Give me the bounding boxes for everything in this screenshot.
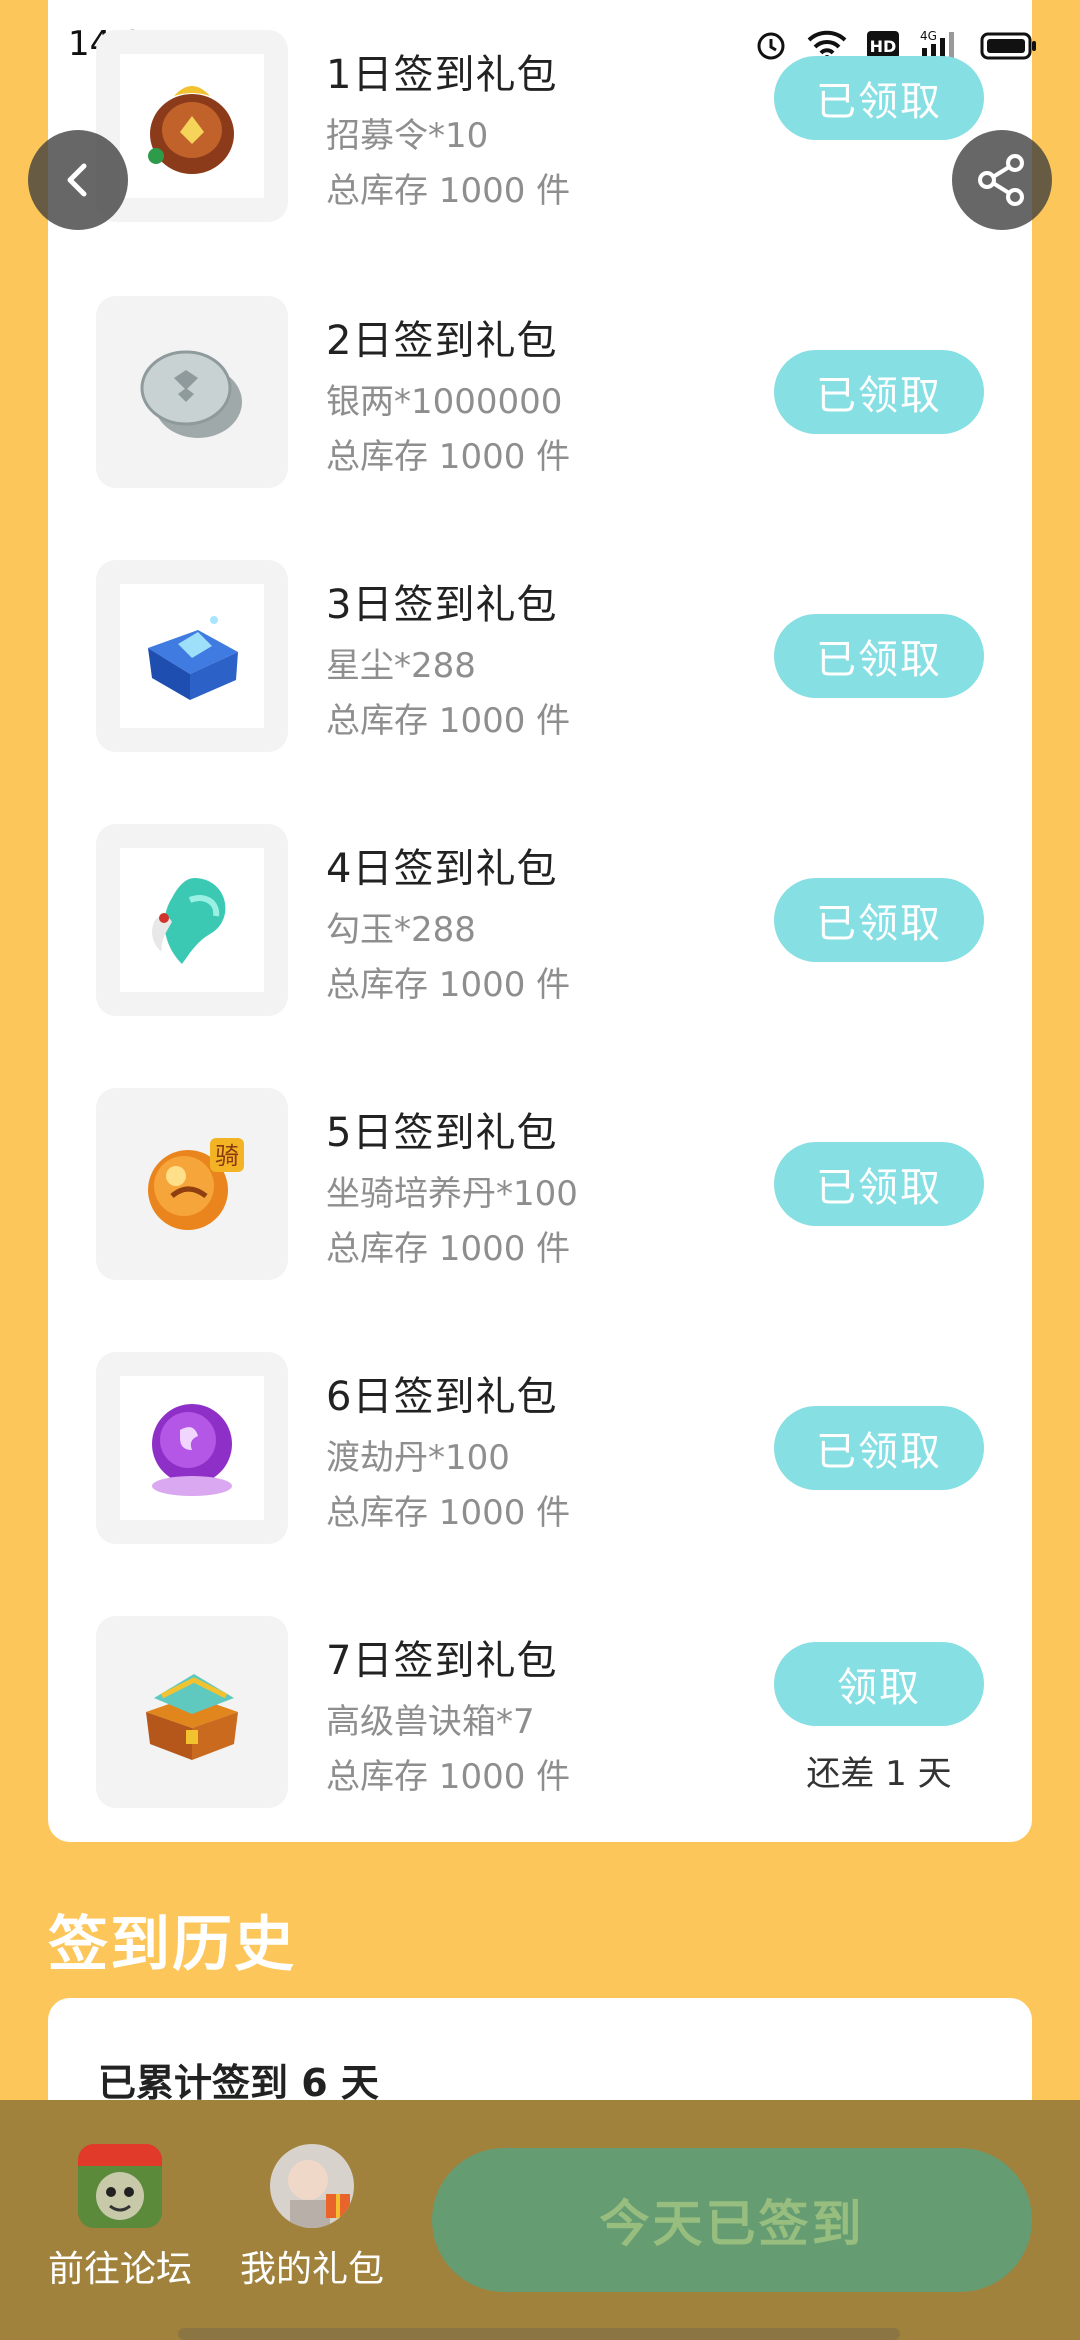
gift-content: 高级兽诀箱*7	[326, 1702, 535, 1742]
gift-content: 招募令*10	[326, 116, 489, 156]
gift-title: 7日签到礼包	[326, 1638, 558, 1684]
gift-item-day5: 骑 5日签到礼包 坐骑培养丹*100 总库存 1000 件 已领取	[48, 1088, 1032, 1352]
stardust-chest-icon	[148, 616, 238, 700]
total-checkin-count: 已累计签到 6 天	[98, 2061, 379, 2105]
gift-stock: 总库存 1000 件	[326, 965, 571, 1005]
magatama-icon	[152, 878, 226, 964]
silver-coin-icon	[140, 350, 242, 438]
claimed-button[interactable]: 已领取	[774, 1406, 984, 1490]
gift-thumb	[96, 824, 288, 1016]
gift-item-day4: 4日签到礼包 勾玉*288 总库存 1000 件 已领取	[48, 824, 1032, 1088]
svg-text:骑: 骑	[215, 1142, 239, 1170]
share-button[interactable]	[952, 130, 1052, 230]
gift-thumb	[96, 296, 288, 488]
claim-button[interactable]: 领取	[774, 1642, 984, 1726]
claimed-button[interactable]: 已领取	[774, 614, 984, 698]
gift-stock: 总库存 1000 件	[326, 437, 571, 477]
gift-title: 4日签到礼包	[326, 846, 558, 892]
mount-pill-icon: 骑	[148, 1138, 244, 1230]
back-button[interactable]	[28, 130, 128, 230]
my-gifts-label: 我的礼包	[239, 2249, 384, 2290]
gift-item-day6: 6日签到礼包 渡劫丹*100 总库存 1000 件 已领取	[48, 1352, 1032, 1616]
chevron-left-icon	[67, 163, 87, 197]
claimed-button[interactable]: 已领取	[774, 878, 984, 962]
home-indicator	[178, 2328, 900, 2340]
gift-stock: 总库存 1000 件	[326, 1229, 571, 1269]
gift-title: 1日签到礼包	[326, 52, 558, 98]
gift-stock: 总库存 1000 件	[326, 1757, 571, 1797]
gift-title: 6日签到礼包	[326, 1374, 558, 1420]
forum-button[interactable]: 前往论坛	[40, 2144, 200, 2292]
signed-today-button[interactable]: 今天已签到	[432, 2148, 1032, 2292]
gift-stock: 总库存 1000 件	[326, 701, 571, 741]
forum-game-icon	[78, 2144, 162, 2228]
forum-label: 前往论坛	[47, 2249, 192, 2290]
gift-item-day2: 2日签到礼包 银两*1000000 总库存 1000 件 已领取	[48, 296, 1032, 560]
gift-thumb: 骑	[96, 1088, 288, 1280]
beast-chest-icon	[146, 1674, 238, 1760]
claimed-button[interactable]: 已领取	[774, 350, 984, 434]
recruit-token-icon	[148, 86, 234, 174]
gift-item-day1: 1日签到礼包 招募令*10 总库存 1000 件 已领取	[48, 30, 1032, 294]
gift-stock: 总库存 1000 件	[326, 171, 571, 211]
gift-item-day7: 7日签到礼包 高级兽诀箱*7 总库存 1000 件 领取 还差 1 天	[48, 1616, 1032, 1880]
gift-content: 渡劫丹*100	[326, 1438, 510, 1478]
gift-content: 坐骑培养丹*100	[326, 1174, 578, 1214]
gift-title: 5日签到礼包	[326, 1110, 558, 1156]
my-gifts-button[interactable]: 我的礼包	[232, 2144, 392, 2292]
bottom-bar: 前往论坛 我的礼包 今天已签到	[0, 2100, 1080, 2340]
gift-item-day3: 3日签到礼包 星尘*288 总库存 1000 件 已领取	[48, 560, 1032, 824]
gift-stock: 总库存 1000 件	[326, 1493, 571, 1533]
claimed-button[interactable]: 已领取	[774, 56, 984, 140]
share-icon	[978, 154, 1024, 206]
claimed-button[interactable]: 已领取	[774, 1142, 984, 1226]
gift-thumb	[96, 1616, 288, 1808]
gift-thumb	[96, 560, 288, 752]
my-gifts-avatar-icon	[270, 2144, 354, 2228]
gift-content: 勾玉*288	[326, 910, 476, 950]
gift-content: 银两*1000000	[326, 382, 563, 422]
days-remaining: 还差 1 天	[806, 1754, 952, 1794]
history-title: 签到历史	[48, 1910, 296, 1980]
tribulation-pill-icon	[152, 1404, 232, 1496]
gift-title: 2日签到礼包	[326, 318, 558, 364]
gift-content: 星尘*288	[326, 646, 476, 686]
gift-thumb	[96, 1352, 288, 1544]
gift-title: 3日签到礼包	[326, 582, 558, 628]
